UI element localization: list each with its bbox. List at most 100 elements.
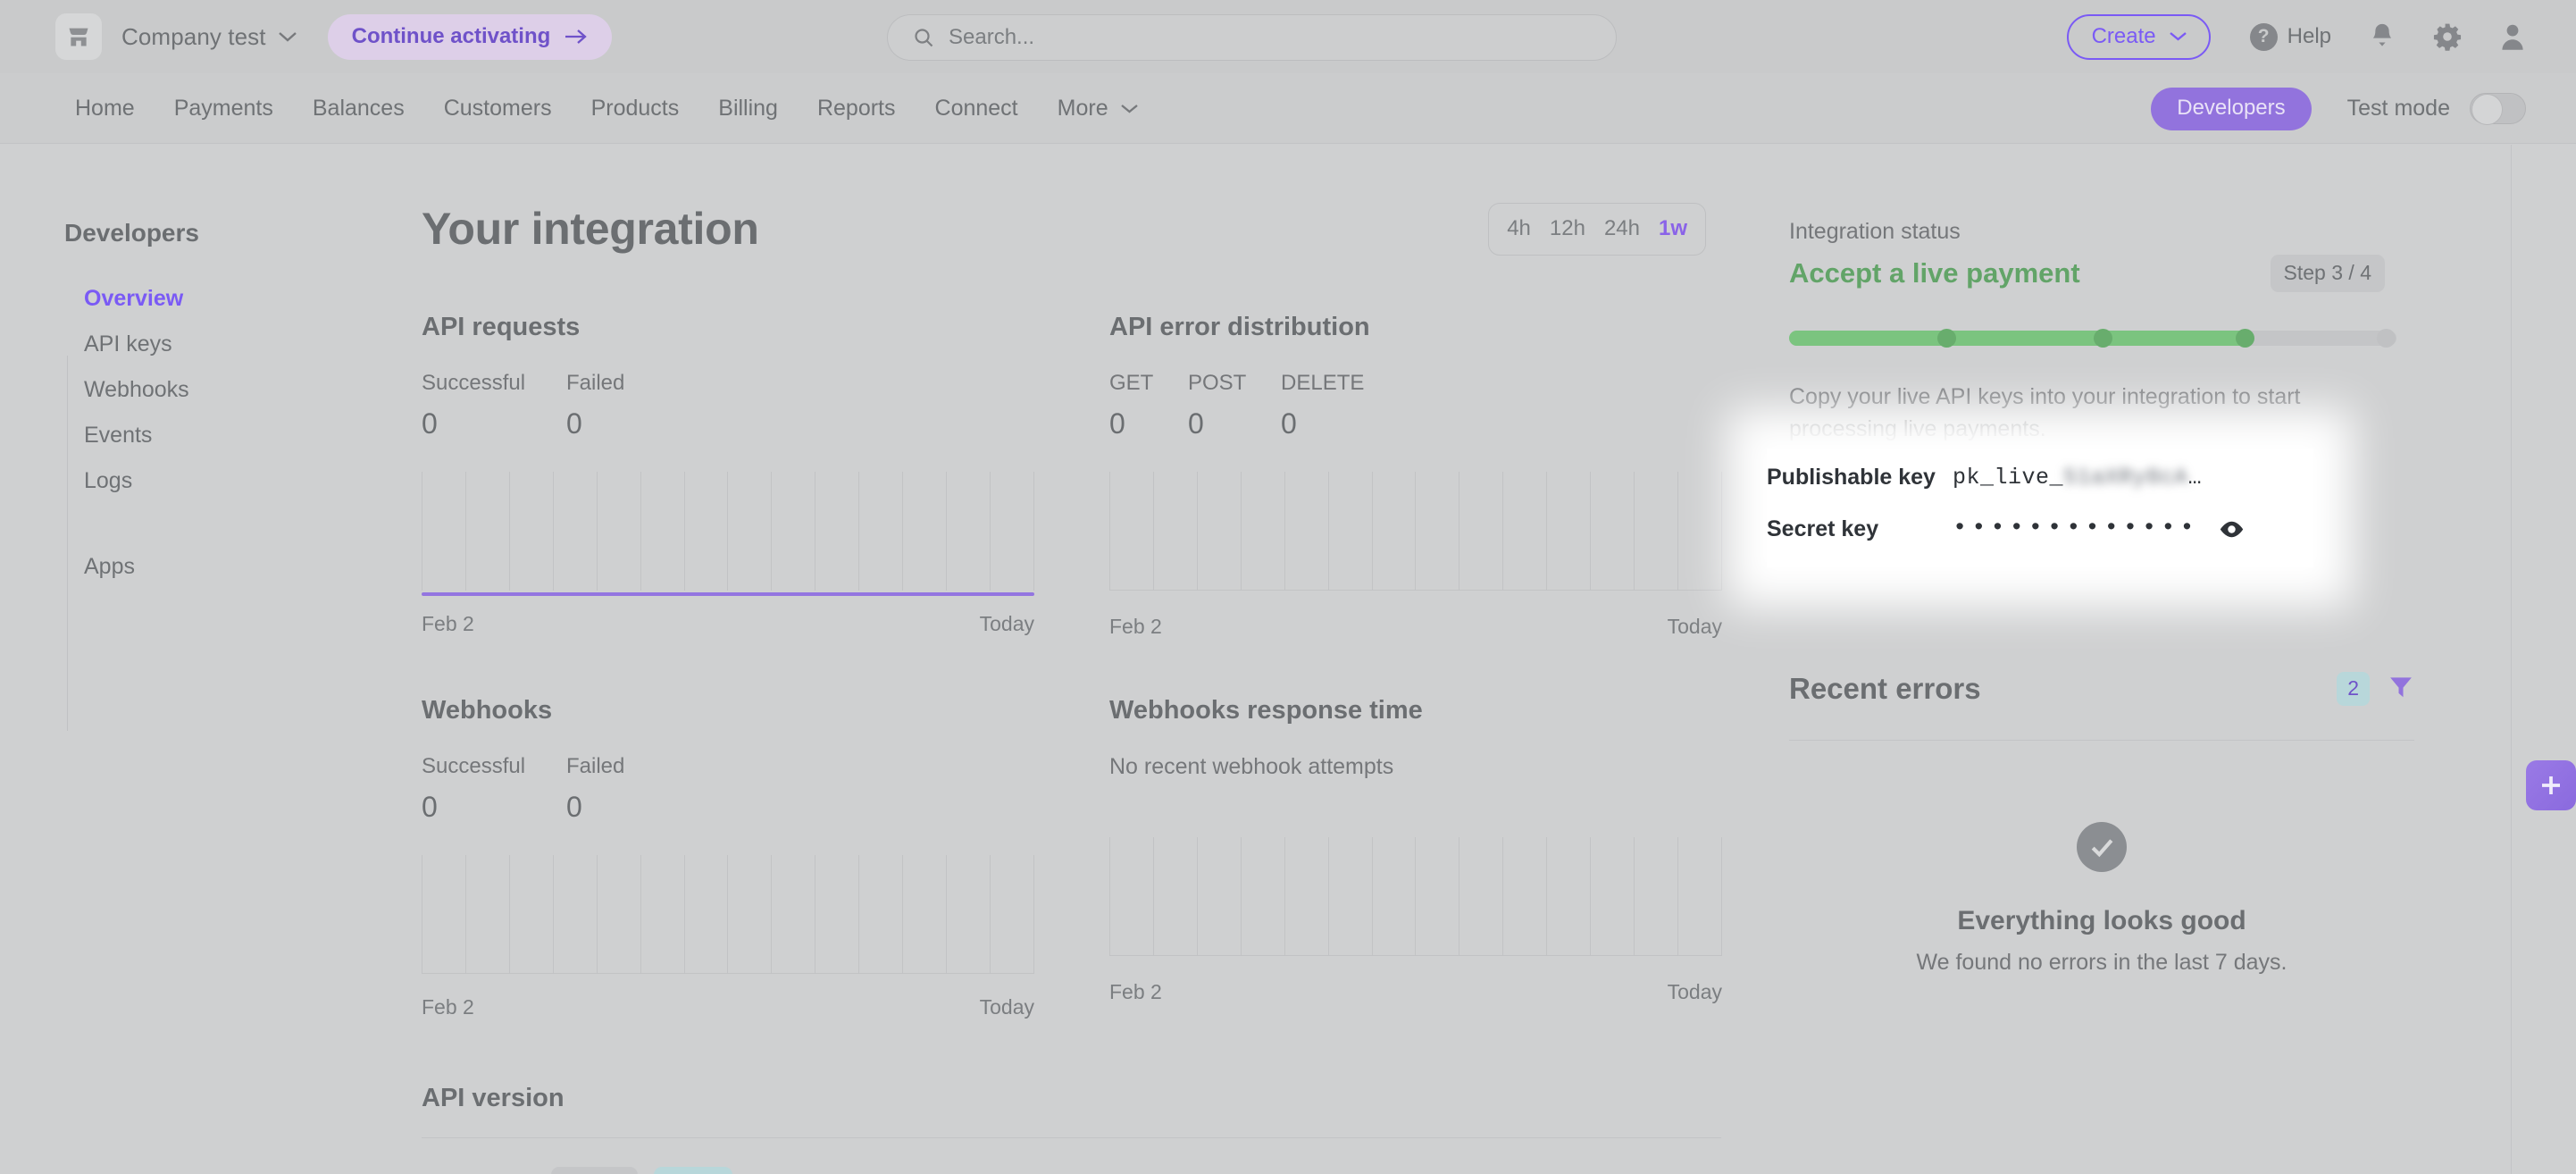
nav-item-more-label: More — [1057, 95, 1108, 121]
metric-successful: Successful 0 — [422, 371, 566, 440]
time-range-1w[interactable]: 1w — [1659, 216, 1687, 241]
chevron-down-icon[interactable] — [278, 30, 297, 43]
card-webhooks: Webhooks Successful 0 Failed 0 Feb 2 Tod… — [422, 639, 1109, 1019]
time-range-12h[interactable]: 12h — [1550, 216, 1585, 241]
publishable-key-ellipsis: … — [2187, 464, 2203, 491]
api-version-title: API version — [422, 1084, 565, 1112]
divider — [422, 1137, 1721, 1138]
nav-item-more[interactable]: More — [1038, 96, 1158, 122]
metric-label: Failed — [566, 371, 625, 395]
funnel-icon[interactable] — [2388, 674, 2414, 705]
nav-item-billing[interactable]: Billing — [698, 96, 798, 122]
axis-start-label: Feb 2 — [1109, 980, 1162, 1003]
sidebar-item-webhooks[interactable]: Webhooks — [0, 367, 366, 413]
publishable-key-masked: 51aXRy8cA — [2063, 464, 2188, 491]
settings-button[interactable] — [2433, 22, 2462, 51]
recent-errors-count-badge: 2 — [2337, 672, 2370, 706]
chart-api-requests[interactable] — [422, 472, 1034, 596]
publishable-key-value[interactable]: pk_live_ 51aXRy8cA… — [1953, 465, 2202, 491]
time-range-4h[interactable]: 4h — [1507, 216, 1531, 241]
recent-errors-header: Recent errors 2 — [1789, 672, 2414, 706]
chart-axis: Feb 2 Today — [1109, 615, 1722, 639]
empty-state-title: Everything looks good — [1957, 906, 2246, 935]
sidebar-item-logs[interactable]: Logs — [0, 458, 366, 504]
eye-icon[interactable] — [2219, 516, 2245, 542]
store-icon — [55, 13, 102, 60]
publishable-key-row: Publishable key pk_live_ 51aXRy8cA… — [1767, 451, 2313, 503]
top-bar-left: Company test Continue activating — [0, 13, 613, 60]
continue-activating-button[interactable]: Continue activating — [327, 13, 613, 60]
plus-icon — [2542, 776, 2560, 794]
metric-value: 0 — [566, 791, 582, 823]
nav-item-reports[interactable]: Reports — [798, 96, 916, 122]
secret-key-label: Secret key — [1767, 516, 1879, 541]
chart-api-error-distribution[interactable] — [1109, 472, 1722, 591]
sidebar-item-apps[interactable]: Apps — [0, 544, 366, 590]
developers-pill[interactable]: Developers — [2151, 87, 2312, 130]
metric-value: 0 — [566, 407, 582, 440]
metric-value: 0 — [422, 791, 438, 823]
nav-right: Developers Test mode — [2151, 73, 2526, 144]
time-range-selector[interactable]: 4h 12h 24h 1w — [1488, 203, 1706, 256]
recent-errors-controls: 2 — [2337, 672, 2414, 706]
avatar[interactable] — [2499, 22, 2526, 51]
right-rail: Integration status Accept a live payment… — [1760, 145, 2510, 1174]
tag-default: Default — [550, 1167, 639, 1174]
help-button[interactable]: ? Help — [2249, 22, 2331, 51]
notifications-button[interactable] — [2369, 22, 2396, 51]
developers-overview-page: Company test Continue activating Search.… — [0, 0, 2576, 1174]
metric-label: Failed — [566, 754, 625, 778]
nav-items: Home Payments Balances Customers Product… — [0, 96, 1158, 122]
metric-failed: Failed 0 — [566, 754, 709, 824]
test-mode-toggle[interactable] — [2470, 93, 2526, 125]
developers-sidebar: Developers Overview API keys Webhooks Ev… — [0, 145, 366, 1174]
nav-item-customers[interactable]: Customers — [424, 96, 572, 122]
metric-successful: Successful 0 — [422, 754, 566, 824]
sidebar-list: Overview API keys Webhooks Events Logs A… — [0, 276, 366, 590]
recent-errors-empty-state: Everything looks good We found no errors… — [1789, 822, 2414, 976]
chart-axis: Feb 2 Today — [422, 612, 1034, 636]
test-mode-label: Test mode — [2346, 96, 2450, 121]
axis-end-label: Today — [979, 995, 1034, 1019]
gear-icon — [2433, 23, 2462, 51]
sidebar-item-api-keys[interactable]: API keys — [0, 322, 366, 367]
test-mode-control[interactable]: Test mode — [2346, 93, 2526, 125]
bell-icon — [2372, 23, 2392, 46]
progress-fill — [1789, 331, 2250, 346]
card-api-error-distribution: API error distribution GET 0 POST 0 DELE… — [1109, 256, 1726, 639]
chart-webhooks[interactable] — [422, 855, 1034, 974]
sidebar-item-overview[interactable]: Overview — [0, 276, 366, 322]
nav-item-connect[interactable]: Connect — [916, 96, 1038, 122]
user-icon — [2502, 24, 2523, 50]
chart-webhooks-response-time[interactable] — [1109, 837, 1722, 956]
progress-step-2 — [2094, 329, 2112, 348]
sidebar-item-events[interactable]: Events — [0, 413, 366, 458]
metric-delete: DELETE 0 — [1281, 371, 1388, 440]
add-button[interactable] — [2526, 760, 2576, 810]
section-api-version: API version 2022-11-15 Default Latest — [366, 1019, 1760, 1174]
chart-gridlines — [422, 472, 1034, 591]
nav-item-balances[interactable]: Balances — [293, 96, 424, 122]
create-button[interactable]: Create — [2066, 13, 2211, 60]
search-placeholder: Search... — [949, 25, 1035, 49]
metric-get: GET 0 — [1109, 371, 1188, 440]
metric-value: 0 — [422, 407, 438, 440]
search-input[interactable]: Search... — [887, 14, 1617, 61]
metric-value: 0 — [1281, 407, 1297, 440]
nav-item-payments[interactable]: Payments — [155, 96, 293, 122]
account-name[interactable]: Company test — [121, 23, 266, 51]
time-range-24h[interactable]: 24h — [1604, 216, 1640, 241]
chart-gridlines — [1109, 472, 1722, 591]
chart-baseline — [1109, 955, 1722, 956]
card-title: Webhooks — [422, 696, 553, 725]
nav-item-home[interactable]: Home — [55, 96, 155, 122]
card-webhooks-response-time: Webhooks response time No recent webhook… — [1109, 639, 1726, 1019]
nav-item-products[interactable]: Products — [572, 96, 699, 122]
integration-status-title: Accept a live payment — [1789, 257, 2080, 289]
chart-axis: Feb 2 Today — [422, 995, 1034, 1019]
chart-baseline — [1109, 590, 1722, 591]
metric-label: DELETE — [1281, 371, 1365, 395]
metrics: Successful 0 Failed 0 — [422, 371, 1109, 440]
divider — [1789, 740, 2414, 741]
question-circle-icon: ? — [2249, 22, 2278, 51]
